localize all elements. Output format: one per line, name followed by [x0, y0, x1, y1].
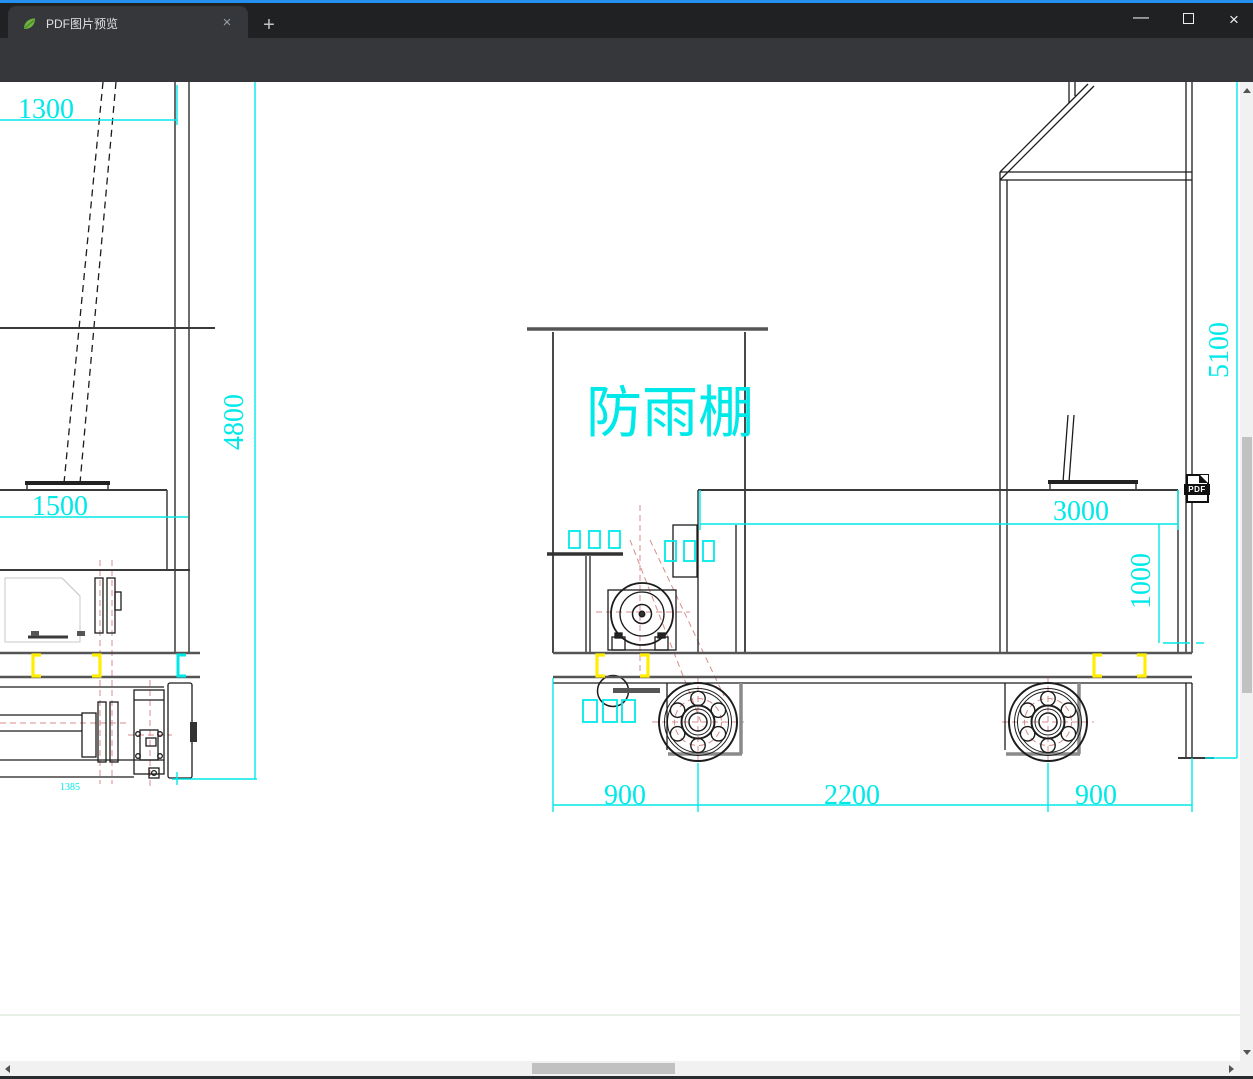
horizontal-scroll-thumb[interactable] [532, 1063, 675, 1074]
new-tab-button[interactable]: + [258, 15, 280, 37]
dim-2200: 2200 [824, 780, 880, 811]
dim-5100: 5100 [1204, 322, 1235, 378]
spring-leaf-favicon-icon [24, 18, 35, 29]
shelter-label: 防雨棚 [586, 381, 754, 446]
scrollbar-corner [1240, 1061, 1253, 1076]
pdf-file-icon[interactable]: PDF [1184, 474, 1210, 503]
tab-title: PDF图片预览 [46, 17, 119, 31]
dim-900-rear: 900 [1075, 780, 1117, 811]
dimension-lines [0, 82, 1238, 812]
dim-1000: 1000 [1126, 553, 1157, 609]
maximize-icon [1183, 13, 1194, 24]
dim-900-front: 900 [604, 780, 646, 811]
ghost-outline [4, 577, 81, 643]
dim-1385: 1385 [60, 782, 80, 793]
tab-close-icon[interactable]: × [218, 15, 236, 33]
dim-1500: 1500 [32, 491, 88, 522]
maximize-button[interactable] [1173, 9, 1203, 31]
pdf-page-edge [0, 1014, 1240, 1016]
rail-clips-highlight [31, 653, 1147, 678]
pdf-badge-label: PDF [1184, 484, 1210, 495]
dim-3000: 3000 [1053, 496, 1109, 527]
browser-toolbar: ← → ↻ ⌂ i localhost:8012/onlinePreview?u… [0, 38, 1253, 113]
scroll-left-icon[interactable] [5, 1065, 10, 1073]
dim-4800: 4800 [219, 394, 250, 450]
close-window-button[interactable]: × [1219, 9, 1249, 31]
tab-strip: PDF图片预览 × + — × [0, 3, 1253, 41]
scroll-right-icon[interactable] [1229, 1065, 1234, 1073]
pdf-fold-corner [1199, 474, 1208, 483]
scroll-down-icon[interactable] [1243, 1050, 1251, 1055]
horizontal-scrollbar[interactable] [0, 1061, 1240, 1076]
pdf-preview-page: 1300 4800 1500 1385 防雨棚 5100 3000 1000 9… [0, 82, 1253, 1079]
scroll-up-icon[interactable] [1243, 88, 1251, 93]
vertical-scroll-thumb[interactable] [1241, 437, 1252, 693]
cad-drawing-svg: 1300 4800 1500 1385 防雨棚 5100 3000 1000 9… [0, 82, 1238, 812]
browser-window: PDF图片预览 × + — × ← → ↻ ⌂ i localhost:8012… [0, 0, 1253, 1079]
vertical-scrollbar[interactable] [1240, 82, 1253, 1061]
browser-tab[interactable]: PDF图片预览 × [8, 6, 248, 41]
dim-1300: 1300 [18, 94, 74, 125]
minimize-button[interactable]: — [1126, 9, 1156, 31]
